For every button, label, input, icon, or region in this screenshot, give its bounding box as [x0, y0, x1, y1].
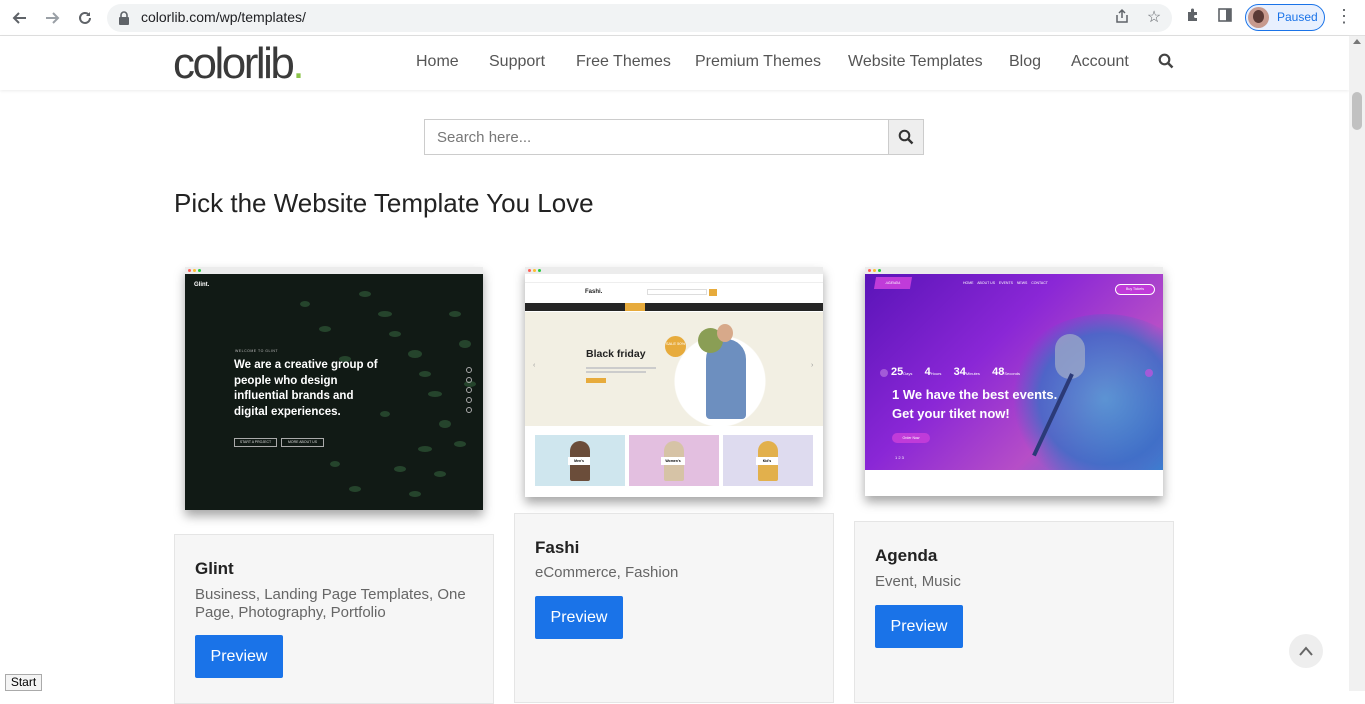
agenda-nav: HOME ABOUT US EVENTS NEWS CONTACT [963, 281, 1048, 285]
nav-free-themes[interactable]: Free Themes [576, 53, 671, 71]
fashi-hero: SALE 50% Black friday ‹ › [525, 312, 823, 426]
extensions-icon[interactable] [1182, 7, 1204, 29]
nav-account[interactable]: Account [1071, 53, 1129, 71]
page-title: Pick the Website Template You Love [174, 188, 594, 218]
lock-icon [119, 11, 129, 25]
template-name[interactable]: Glint [195, 559, 234, 579]
fashi-card: Fashi eCommerce, Fashion Preview [514, 513, 834, 703]
forward-icon[interactable] [40, 6, 64, 30]
glint-card: Glint Business, Landing Page Templates, … [174, 534, 494, 704]
status-tooltip: Start [5, 674, 42, 691]
share-icon[interactable] [1112, 8, 1132, 28]
agenda-countdown: 25Days 4Hours 34Minutes 48Seconds [891, 366, 1020, 378]
agenda-order-now: Order Now [892, 433, 930, 443]
glint-cta-start: START A PROJECT [234, 438, 277, 447]
browser-toolbar: colorlib.com/wp/templates/ ☆ Paused ⋮ [0, 0, 1365, 36]
nav-website-templates[interactable]: Website Templates [848, 53, 983, 71]
address-bar[interactable]: colorlib.com/wp/templates/ ☆ [107, 4, 1172, 32]
profile-button[interactable]: Paused [1245, 4, 1325, 31]
fashi-headline: Black friday [586, 348, 646, 360]
reload-icon[interactable] [73, 6, 97, 30]
back-icon[interactable] [8, 6, 32, 30]
search-input[interactable] [425, 120, 889, 154]
bookmark-star-icon[interactable]: ☆ [1144, 8, 1164, 28]
agenda-preview-button[interactable]: Preview [875, 605, 963, 648]
site-logo[interactable]: colorlib. [173, 42, 305, 86]
more-menu-icon[interactable]: ⋮ [1335, 6, 1353, 30]
fashi-preview-button[interactable]: Preview [535, 596, 623, 639]
back-to-top-button[interactable] [1289, 634, 1323, 668]
sale-badge: SALE 50% [665, 336, 686, 357]
nav-support[interactable]: Support [489, 53, 545, 71]
search-submit-button[interactable] [888, 120, 923, 154]
agenda-headline: 1 We have the best events. Get your tike… [892, 387, 1058, 421]
template-tags: Business, Landing Page Templates, One Pa… [195, 586, 466, 621]
glint-headline: We are a creative group of people who de… [234, 359, 378, 418]
fashi-thumbnail[interactable]: Fashi. SALE 50% Black friday ‹ › Men's W… [525, 267, 823, 497]
page-scrollbar[interactable] [1349, 36, 1365, 691]
scroll-up-arrow[interactable] [1353, 39, 1361, 44]
agenda-buy-tickets: Buy Tickets [1115, 284, 1155, 295]
site-header: colorlib. Home Support Free Themes Premi… [0, 36, 1349, 90]
agenda-brand: AGENDA [873, 277, 913, 289]
nav-blog[interactable]: Blog [1009, 53, 1041, 71]
glint-cta-more: MORE ABOUT US [281, 438, 324, 447]
agenda-hero: AGENDA HOME ABOUT US EVENTS NEWS CONTACT… [865, 274, 1163, 470]
url-text: colorlib.com/wp/templates/ [141, 9, 306, 25]
nav-premium-themes[interactable]: Premium Themes [695, 53, 821, 71]
scroll-thumb[interactable] [1352, 92, 1362, 130]
profile-status: Paused [1277, 10, 1318, 24]
avatar [1248, 7, 1269, 28]
glint-thumbnail[interactable]: Glint. WELCOME TO GLINT We are a creativ… [185, 267, 483, 510]
template-tags: eCommerce, Fashion [535, 564, 679, 581]
glint-eyebrow: WELCOME TO GLINT [235, 349, 279, 353]
search-icon [898, 129, 914, 145]
chevron-up-icon [1299, 646, 1313, 656]
fashi-brand: Fashi. [585, 289, 603, 295]
nav-home[interactable]: Home [416, 53, 459, 71]
agenda-thumbnail[interactable]: AGENDA HOME ABOUT US EVENTS NEWS CONTACT… [865, 267, 1163, 496]
template-search [424, 119, 924, 155]
glint-brand: Glint. [194, 282, 210, 288]
glint-preview-button[interactable]: Preview [195, 635, 283, 678]
search-icon[interactable] [1158, 53, 1176, 71]
template-name[interactable]: Fashi [535, 538, 579, 558]
glint-social-icons [466, 367, 472, 413]
template-tags: Event, Music [875, 573, 961, 590]
mens-category: Men's [535, 435, 625, 486]
agenda-card: Agenda Event, Music Preview [854, 521, 1174, 703]
agenda-pager: 1 2 3 [895, 455, 904, 460]
kids-category: Kid's [723, 435, 813, 486]
template-name[interactable]: Agenda [875, 546, 937, 566]
side-panel-icon[interactable] [1214, 7, 1236, 29]
womens-category: Women's [629, 435, 719, 486]
